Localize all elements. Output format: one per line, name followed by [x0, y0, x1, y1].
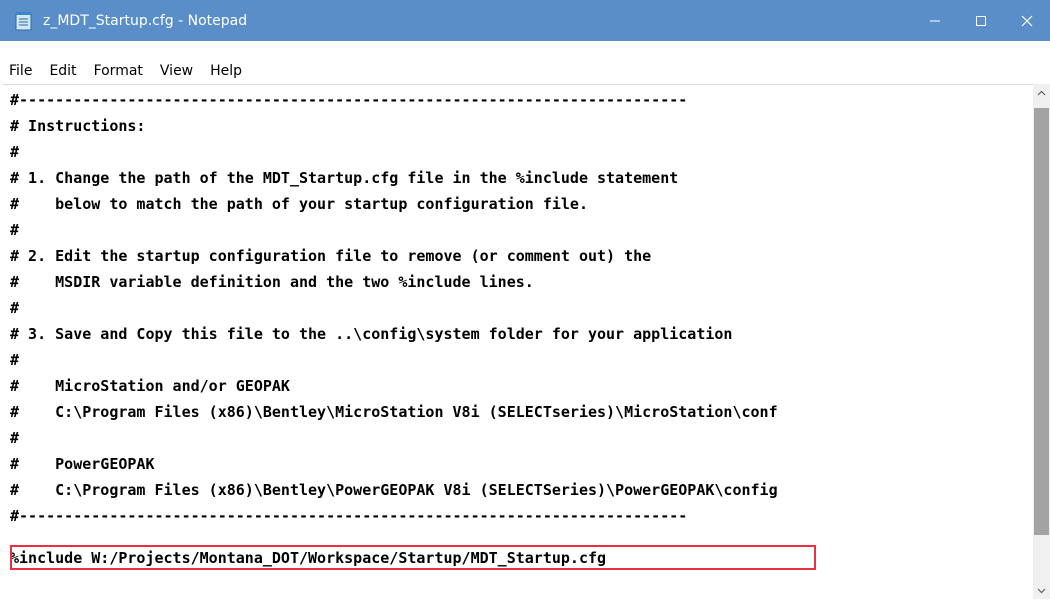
scroll-thumb[interactable]	[1034, 108, 1049, 535]
notepad-window: z_MDT_Startup.cfg - Notepad File Edit Fo…	[0, 0, 1050, 600]
text-line: # C:\Program Files (x86)\Bentley\PowerGE…	[10, 481, 778, 499]
close-icon	[1021, 15, 1033, 26]
text-line: #---------------------------------------…	[10, 507, 688, 525]
text-line: # PowerGEOPAK	[10, 455, 155, 473]
notepad-app-icon	[13, 10, 35, 32]
text-line: #	[10, 299, 20, 317]
vertical-scrollbar[interactable]	[1033, 84, 1050, 599]
text-line: # C:\Program Files (x86)\Bentley\MicroSt…	[10, 403, 778, 421]
title-bar[interactable]: z_MDT_Startup.cfg - Notepad	[0, 0, 1050, 41]
text-line: # 3. Save and Copy this file to the ..\c…	[10, 325, 733, 343]
menu-help[interactable]: Help	[201, 59, 250, 83]
text-line: #	[10, 429, 20, 447]
maximize-icon	[976, 15, 986, 26]
menu-file[interactable]: File	[0, 59, 40, 83]
menu-bar: File Edit Format View Help	[0, 59, 1050, 83]
maximize-button[interactable]	[958, 0, 1004, 41]
include-highlight-box	[10, 545, 816, 570]
menu-view[interactable]: View	[151, 59, 201, 83]
menu-edit[interactable]: Edit	[40, 59, 84, 83]
window-controls	[912, 0, 1050, 41]
text-line: # MicroStation and/or GEOPAK	[10, 377, 290, 395]
scroll-up-button[interactable]	[1033, 84, 1050, 101]
scroll-down-button[interactable]	[1033, 582, 1050, 599]
minimize-icon	[930, 20, 940, 21]
menu-format[interactable]: Format	[85, 59, 151, 83]
text-editor-area[interactable]: #---------------------------------------…	[3, 84, 1033, 600]
minimize-button[interactable]	[912, 0, 958, 41]
text-line: # below to match the path of your startu…	[10, 195, 588, 213]
text-line: #---------------------------------------…	[10, 91, 688, 109]
chevron-up-icon	[1037, 90, 1046, 95]
text-line: #	[10, 221, 20, 239]
text-line: #	[10, 351, 20, 369]
text-line: # Instructions:	[10, 117, 146, 135]
text-line: # MSDIR variable definition and the two …	[10, 273, 534, 291]
text-line: # 2. Edit the startup configuration file…	[10, 247, 652, 265]
text-line: #	[10, 143, 20, 161]
close-button[interactable]	[1004, 0, 1050, 41]
window-title: z_MDT_Startup.cfg - Notepad	[43, 12, 248, 29]
text-line: # 1. Change the path of the MDT_Startup.…	[10, 169, 679, 187]
chevron-down-icon	[1037, 588, 1046, 593]
